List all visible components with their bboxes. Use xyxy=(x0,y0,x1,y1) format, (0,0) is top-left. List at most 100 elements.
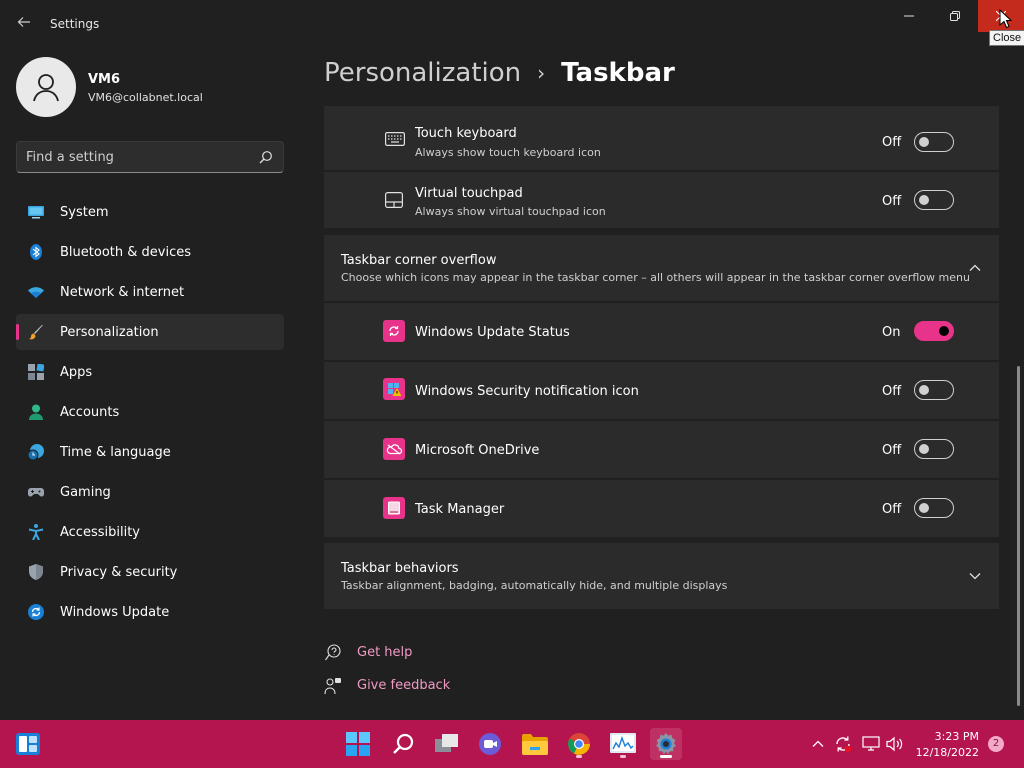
title-bar: Settings xyxy=(0,0,1024,48)
virtual-touchpad-toggle[interactable] xyxy=(914,190,954,210)
wifi-icon xyxy=(28,287,44,298)
search-taskbar-button[interactable] xyxy=(387,728,419,760)
get-help-text[interactable]: Get help xyxy=(357,645,412,660)
network-icon[interactable] xyxy=(862,736,880,752)
breadcrumb-parent[interactable]: Personalization xyxy=(324,58,521,88)
volume-icon[interactable] xyxy=(886,736,904,752)
chevron-down-icon[interactable] xyxy=(968,569,982,583)
sidebar-item-personalization[interactable]: Personalization xyxy=(16,314,284,350)
sidebar-nav: System Bluetooth & devices Network & int… xyxy=(16,194,284,634)
sidebar-item-label: Apps xyxy=(60,365,93,380)
gamepad-icon xyxy=(28,488,44,497)
file-explorer-button[interactable] xyxy=(519,728,551,760)
toggle-state-label: Off xyxy=(882,135,902,150)
settings-taskbar-button[interactable] xyxy=(650,728,682,760)
sidebar-item-system[interactable]: System xyxy=(16,194,284,230)
onedrive-toggle[interactable] xyxy=(914,439,954,459)
corner-overflow-header[interactable]: Taskbar corner overflow Choose which ico… xyxy=(324,235,999,301)
running-indicator xyxy=(620,755,626,758)
search-input[interactable] xyxy=(26,148,246,166)
close-tooltip: Close xyxy=(989,30,1024,46)
sidebar-item-accounts[interactable]: Accounts xyxy=(16,394,284,430)
search-box[interactable] xyxy=(16,141,284,173)
page-title: Taskbar xyxy=(561,58,675,88)
sidebar-item-label: Personalization xyxy=(60,325,159,340)
toggle-knob xyxy=(919,195,929,205)
toggle-state-label: Off xyxy=(882,502,902,517)
windows-security-toggle[interactable] xyxy=(914,380,954,400)
sidebar-item-label: Gaming xyxy=(60,485,111,500)
task-manager-toggle[interactable] xyxy=(914,498,954,518)
sidebar-item-gaming[interactable]: Gaming xyxy=(16,474,284,510)
scrollbar[interactable] xyxy=(1017,366,1020,706)
back-button[interactable] xyxy=(14,14,34,34)
gear-icon xyxy=(656,733,676,754)
sidebar-item-bluetooth[interactable]: Bluetooth & devices xyxy=(16,234,284,270)
chevron-up-icon[interactable] xyxy=(811,737,825,751)
task-view-button[interactable] xyxy=(431,728,463,760)
sidebar-item-label: Privacy & security xyxy=(60,565,178,580)
row-title: Microsoft OneDrive xyxy=(415,443,540,458)
back-arrow-icon xyxy=(17,17,30,27)
sidebar-item-accessibility[interactable]: Accessibility xyxy=(16,514,284,550)
sidebar-item-apps[interactable]: Apps xyxy=(16,354,284,390)
clock-date: 12/18/2022 xyxy=(915,746,979,759)
row-title: Task Manager xyxy=(415,502,505,517)
sidebar-item-label: Windows Update xyxy=(60,605,170,620)
section-title: Taskbar corner overflow xyxy=(341,253,497,268)
help-icon xyxy=(325,644,341,661)
windows-update-status-icon xyxy=(383,320,405,342)
touch-keyboard-toggle[interactable] xyxy=(914,132,954,152)
chat-button[interactable] xyxy=(474,728,506,760)
touchpad-icon xyxy=(385,192,403,208)
sidebar-item-label: Time & language xyxy=(60,445,171,460)
windows-logo-icon xyxy=(346,732,370,756)
overflow-item-row: Windows Update Status On xyxy=(324,303,999,360)
sidebar-item-privacy-security[interactable]: Privacy & security xyxy=(16,554,284,590)
task-view-icon xyxy=(435,734,458,752)
minimize-button[interactable] xyxy=(886,0,932,32)
windows-update-status-toggle[interactable] xyxy=(914,321,954,341)
avatar[interactable] xyxy=(16,57,76,117)
user-icon xyxy=(33,74,59,102)
minimize-icon xyxy=(904,15,914,17)
clock-time: 3:23 PM xyxy=(934,730,979,743)
overflow-item-row: Task Manager Off xyxy=(324,480,999,537)
breadcrumb-separator: › xyxy=(537,61,546,85)
toggle-knob xyxy=(919,385,929,395)
row-title: Windows Update Status xyxy=(415,325,570,340)
clock-globe-icon xyxy=(28,444,44,460)
widgets-button[interactable] xyxy=(12,728,44,760)
search-icon[interactable] xyxy=(259,150,273,164)
get-help-link[interactable]: Get help xyxy=(324,643,412,663)
sidebar-item-windows-update[interactable]: Windows Update xyxy=(16,594,284,630)
taskbar-clock[interactable]: 3:23 PM 12/18/2022 xyxy=(915,729,979,761)
toggle-knob xyxy=(919,503,929,513)
update-status-tray-icon[interactable] xyxy=(834,735,852,753)
bluetooth-icon xyxy=(30,244,42,260)
windows-security-icon xyxy=(383,378,405,400)
virtual-touchpad-row: Virtual touchpad Always show virtual tou… xyxy=(324,172,999,228)
toggle-knob xyxy=(939,326,949,336)
row-title: Touch keyboard xyxy=(415,126,517,141)
sidebar-item-time-language[interactable]: Time & language xyxy=(16,434,284,470)
notification-badge[interactable]: 2 xyxy=(988,736,1004,752)
give-feedback-text[interactable]: Give feedback xyxy=(357,678,450,693)
resource-monitor-button[interactable] xyxy=(607,728,639,760)
taskbar-behaviors-header[interactable]: Taskbar behaviors Taskbar alignment, bad… xyxy=(324,543,999,609)
start-button[interactable] xyxy=(342,728,374,760)
chrome-button[interactable] xyxy=(563,728,595,760)
chevron-up-icon[interactable] xyxy=(968,261,982,275)
give-feedback-link[interactable]: Give feedback xyxy=(324,676,450,696)
user-name: VM6 xyxy=(88,72,121,87)
touch-keyboard-row: Touch keyboard Always show touch keyboar… xyxy=(324,106,999,170)
task-manager-icon xyxy=(383,497,405,519)
toggle-knob xyxy=(919,444,929,454)
update-icon xyxy=(28,604,44,620)
brush-icon xyxy=(29,325,43,340)
app-title: Settings xyxy=(50,17,100,31)
restore-button[interactable] xyxy=(932,0,978,32)
sidebar-item-network[interactable]: Network & internet xyxy=(16,274,284,310)
toggle-state-label: On xyxy=(882,325,901,340)
row-title: Windows Security notification icon xyxy=(415,384,639,399)
